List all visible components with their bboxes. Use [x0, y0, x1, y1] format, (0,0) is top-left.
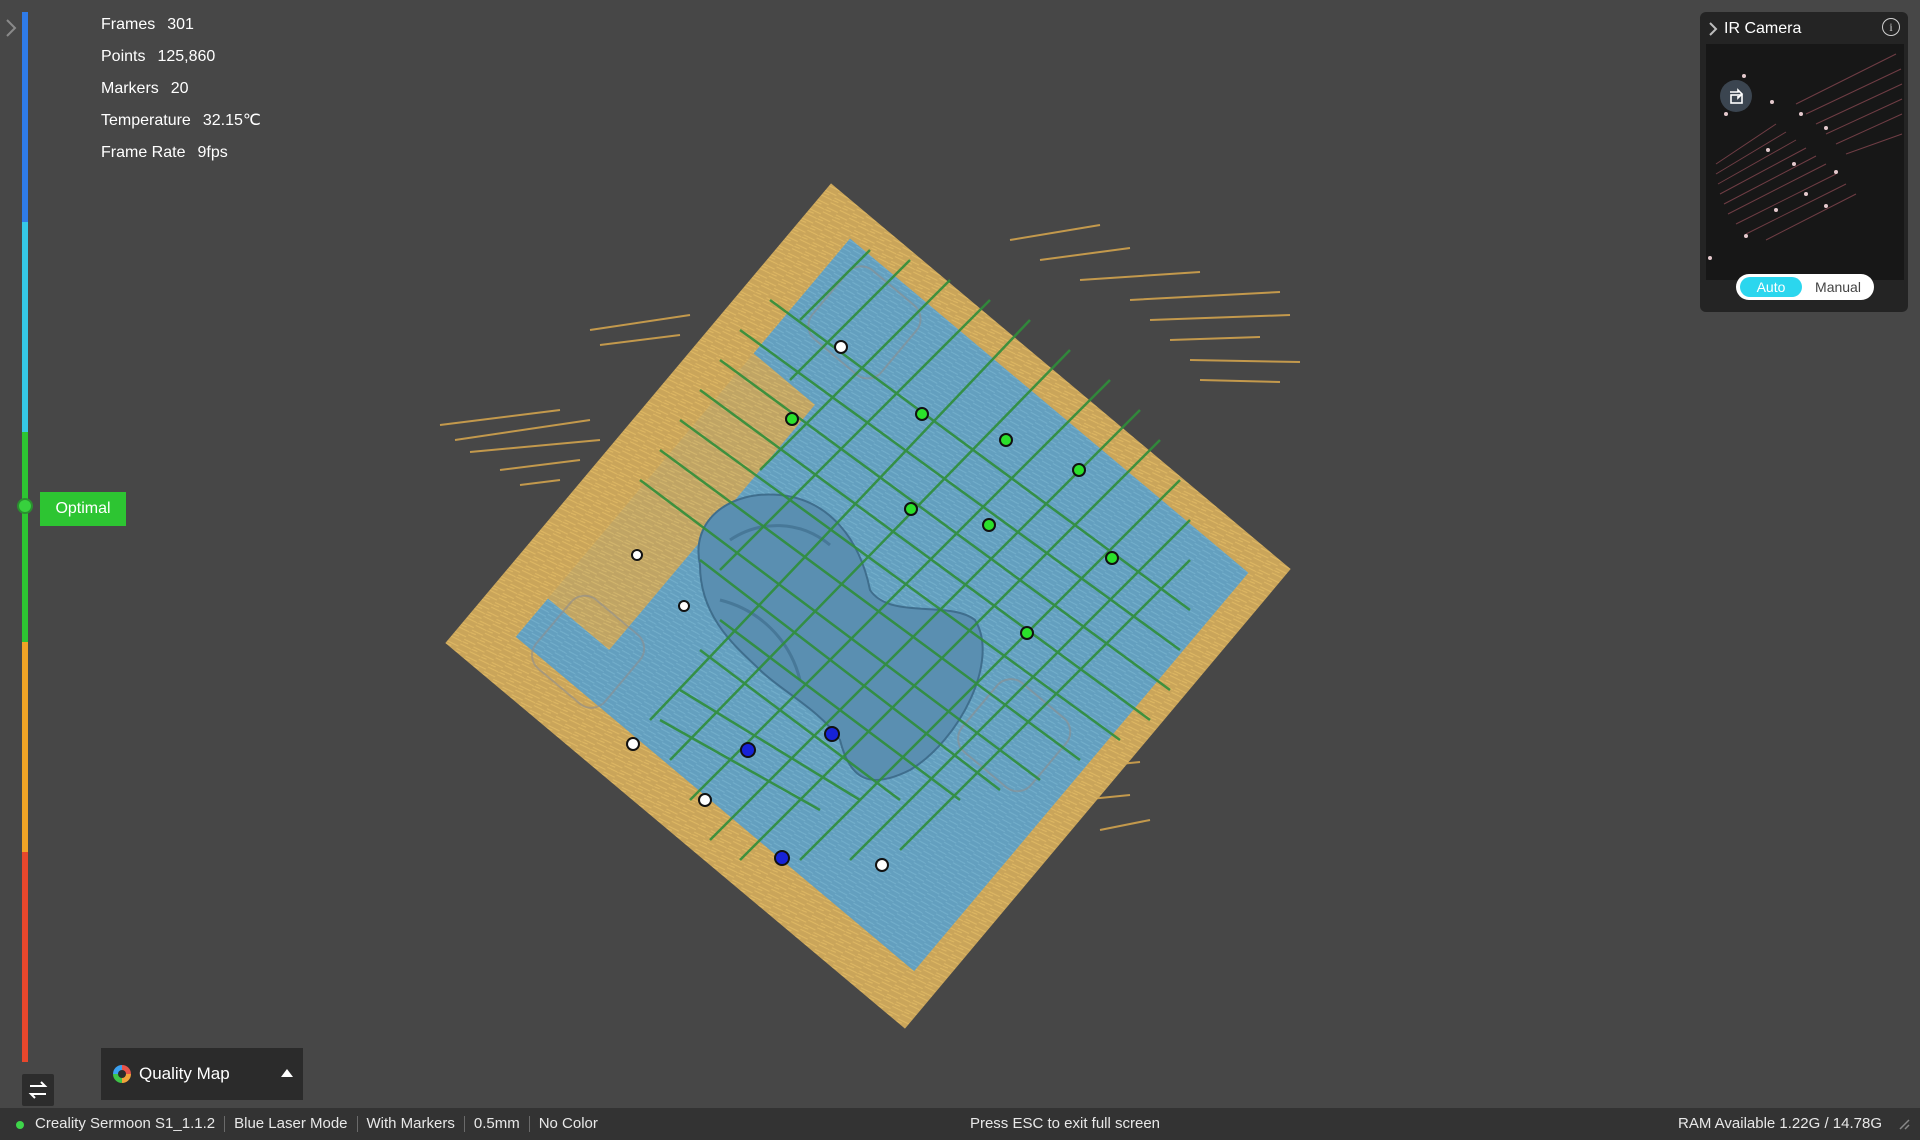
- marker-white: [678, 600, 690, 612]
- exposure-mode-toggle[interactable]: Auto Manual: [1736, 274, 1874, 300]
- info-icon[interactable]: i: [1882, 18, 1900, 36]
- marker-white: [698, 793, 712, 807]
- mode-manual[interactable]: Manual: [1806, 277, 1870, 297]
- camera-switch-icon: [1730, 88, 1744, 104]
- marker-white: [875, 858, 889, 872]
- marker-green: [982, 518, 996, 532]
- swap-arrows-icon: [28, 1081, 48, 1099]
- switch-camera-button[interactable]: [1720, 80, 1752, 112]
- switch-view-button[interactable]: [22, 1074, 54, 1106]
- marker-white: [631, 549, 643, 561]
- ir-camera-panel: IR Camera i Auto Manual: [1700, 12, 1908, 312]
- caret-up-icon[interactable]: [281, 1069, 293, 1077]
- quality-map-dropdown[interactable]: Quality Map: [101, 1048, 303, 1100]
- marker-blue: [740, 742, 756, 758]
- marker-blue: [824, 726, 840, 742]
- fullscreen-hint: Press ESC to exit full screen: [969, 1115, 1161, 1132]
- marker-blue: [774, 850, 790, 866]
- ir-camera-preview: [1706, 44, 1904, 280]
- collapse-chevron-icon[interactable]: [1708, 21, 1718, 37]
- marker-green: [1020, 626, 1034, 640]
- marker-white: [626, 737, 640, 751]
- marker-green: [1072, 463, 1086, 477]
- marker-green: [785, 412, 799, 426]
- resize-grip-icon[interactable]: [1896, 1116, 1910, 1130]
- marker-green: [999, 433, 1013, 447]
- mode-auto[interactable]: Auto: [1740, 277, 1802, 297]
- ram-usage: RAM Available 1.22G / 14.78G: [1677, 1115, 1882, 1132]
- marker-green: [915, 407, 929, 421]
- status-bar: Creality Sermoon S1_1.1.2 Blue Laser Mode…: [0, 1108, 1920, 1140]
- scan-viewport[interactable]: [0, 0, 1920, 1108]
- marker-green: [904, 502, 918, 516]
- marker-white: [834, 340, 848, 354]
- quality-map-label: Quality Map: [139, 1064, 230, 1083]
- ir-camera-title: IR Camera: [1724, 20, 1802, 37]
- quality-map-icon: [113, 1065, 131, 1083]
- marker-green: [1105, 551, 1119, 565]
